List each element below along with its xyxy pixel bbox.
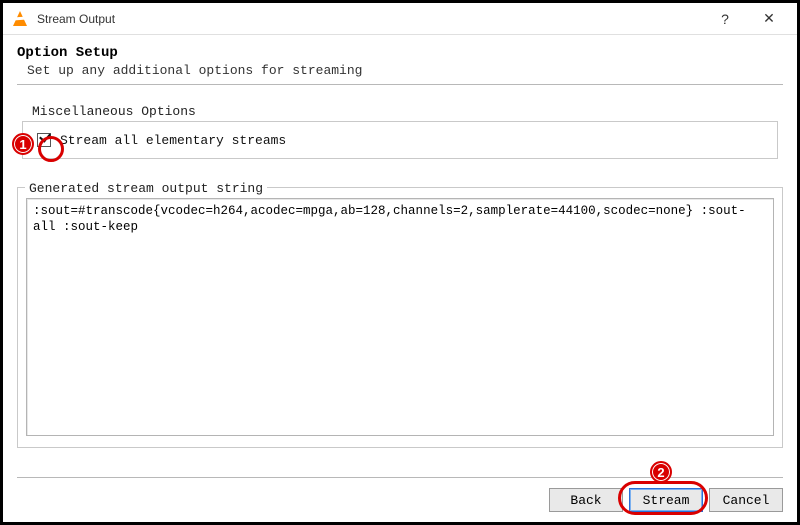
close-button[interactable]: ✕ [747,4,791,34]
titlebar: Stream Output ? ✕ [3,3,797,35]
back-button[interactable]: Back [549,488,623,512]
stream-button[interactable]: Stream [629,488,703,512]
window-title: Stream Output [37,12,703,26]
header-divider [17,84,783,85]
generated-string-group: Generated stream output string [17,172,783,448]
generated-group-label: Generated stream output string [25,181,267,196]
annotation-badge-1: 1 [12,133,34,155]
dialog-body: Option Setup Set up any additional optio… [3,35,797,448]
stream-all-label: Stream all elementary streams [60,133,286,148]
footer: Back Stream Cancel [17,477,783,512]
misc-options-group: Miscellaneous Options Stream all element… [21,103,779,160]
cancel-button[interactable]: Cancel [709,488,783,512]
misc-box: Stream all elementary streams [22,121,778,159]
page-title: Option Setup [17,45,783,61]
generated-output-textarea[interactable] [26,198,774,436]
misc-group-label: Miscellaneous Options [28,104,200,119]
help-button[interactable]: ? [703,4,747,34]
generated-box [17,187,783,448]
stream-all-checkbox[interactable] [37,133,51,147]
annotation-badge-2: 2 [650,461,672,483]
vlc-cone-icon [11,10,29,28]
button-row: Back Stream Cancel [17,488,783,512]
page-subtitle: Set up any additional options for stream… [27,63,783,78]
